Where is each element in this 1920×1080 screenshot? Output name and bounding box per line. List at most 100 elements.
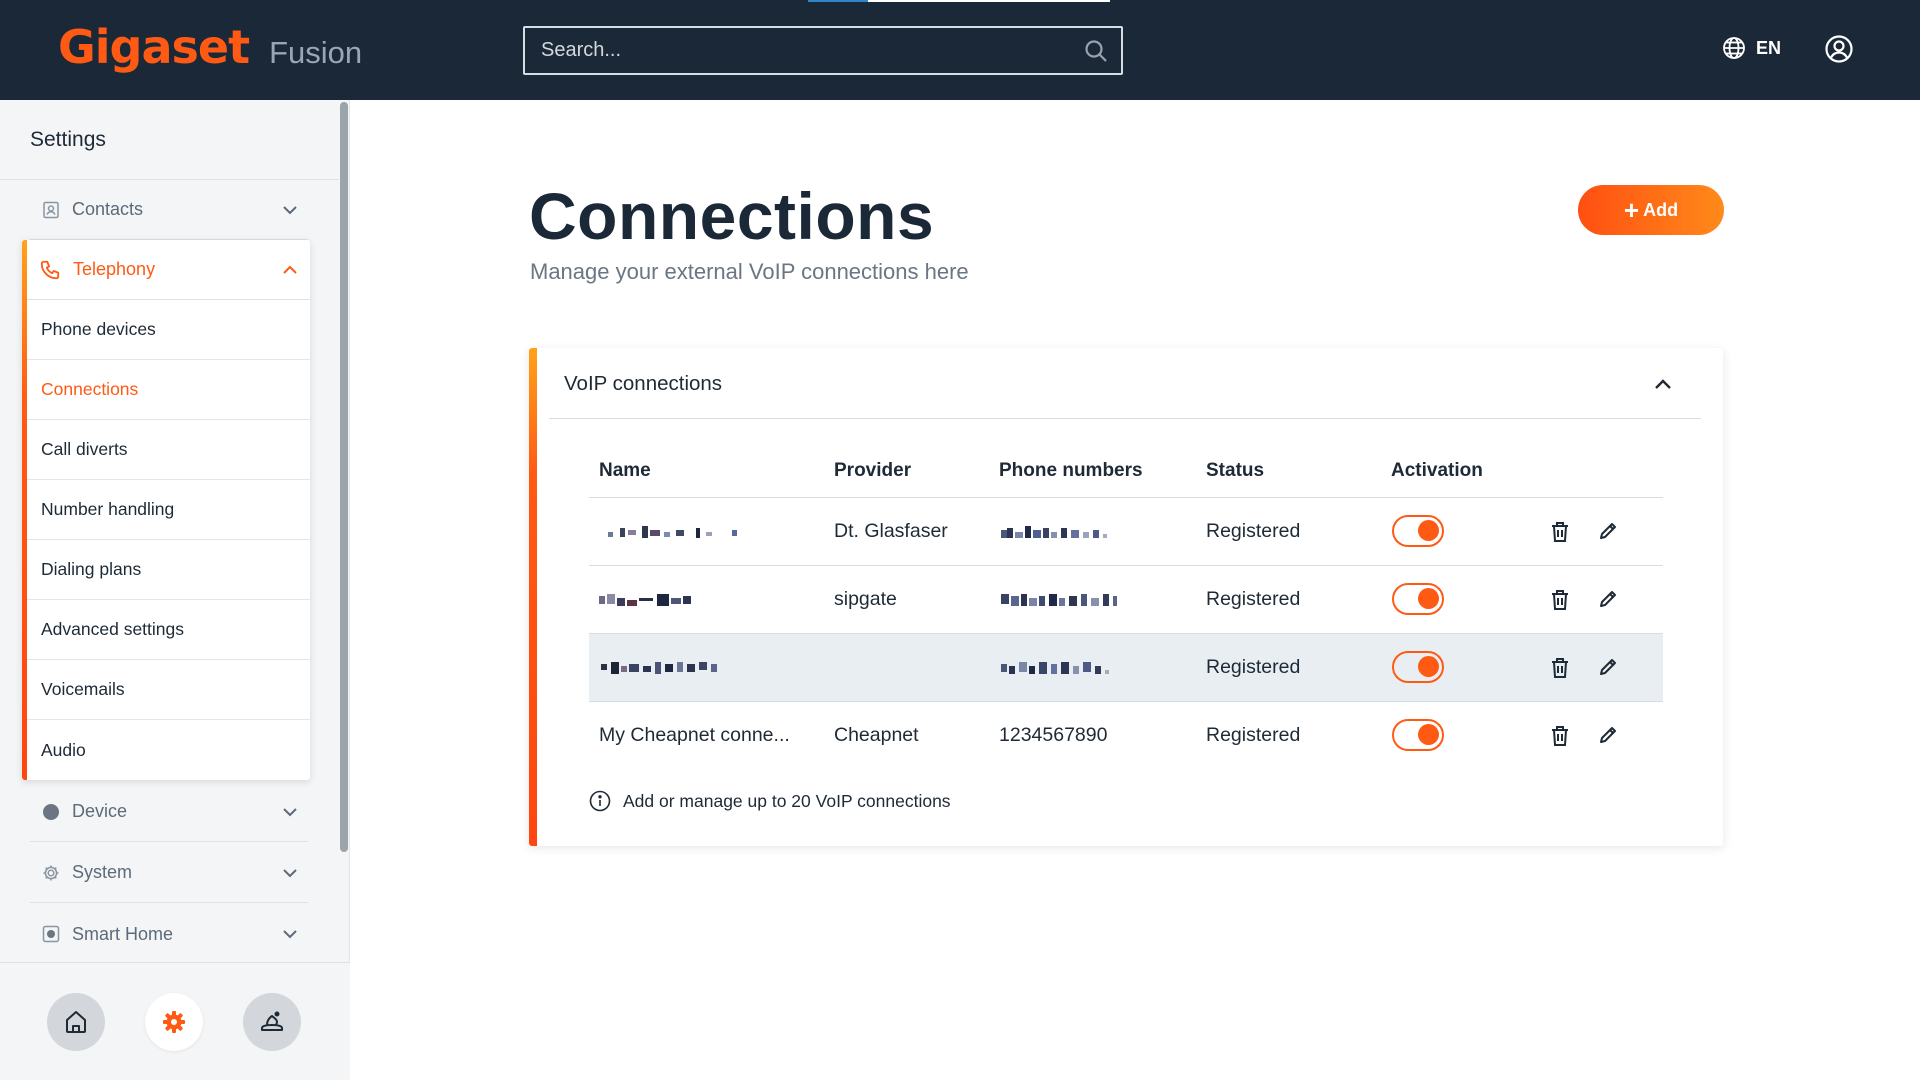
sidebar-item-smart-home[interactable]: Smart Home bbox=[30, 904, 308, 964]
page-title: Connections bbox=[529, 179, 935, 253]
home-icon bbox=[66, 1011, 86, 1033]
phone-icon bbox=[40, 260, 60, 279]
sidebar-item-telephony[interactable]: Telephony bbox=[27, 240, 310, 300]
product-name: Fusion bbox=[269, 35, 363, 70]
gear-icon bbox=[43, 865, 59, 880]
chevron-down-icon bbox=[283, 808, 297, 817]
chevron-down-icon bbox=[283, 869, 297, 878]
search-icon[interactable] bbox=[1083, 38, 1109, 64]
sidebar-item-system[interactable]: System bbox=[30, 843, 308, 903]
redacted-name bbox=[608, 526, 737, 538]
sidebar-subitem-phone-devices[interactable]: Phone devices bbox=[27, 300, 310, 360]
column-header-name[interactable]: Name bbox=[599, 460, 651, 482]
assistant-icon bbox=[261, 1011, 283, 1031]
trash-icon[interactable] bbox=[1549, 656, 1571, 680]
sidebar-subitem-audio[interactable]: Audio bbox=[27, 720, 310, 780]
sidebar-item-label: Contacts bbox=[72, 199, 144, 219]
activation-toggle[interactable] bbox=[1392, 583, 1444, 615]
phone-numbers-cell: 1234567890 bbox=[999, 724, 1108, 746]
sidebar-title: Settings bbox=[30, 128, 106, 151]
trash-icon[interactable] bbox=[1549, 588, 1571, 612]
voip-connections-card: VoIP connections Name Provider Phone num… bbox=[529, 348, 1723, 846]
sidebar-subitem-advanced-settings[interactable]: Advanced settings bbox=[27, 600, 310, 660]
search-box bbox=[523, 26, 1123, 75]
edit-icon[interactable] bbox=[1597, 724, 1619, 746]
sidebar-item-label: Telephony bbox=[73, 259, 156, 279]
chevron-up-icon bbox=[283, 265, 297, 274]
status-cell: Registered bbox=[1206, 520, 1301, 542]
smart-home-icon bbox=[42, 925, 60, 943]
connections-limit-hint: Add or manage up to 20 VoIP connections bbox=[589, 790, 951, 812]
sidebar-item-device[interactable]: Device bbox=[30, 782, 308, 842]
sidebar-scrollbar[interactable] bbox=[339, 100, 349, 962]
chevron-down-icon bbox=[283, 930, 297, 939]
sidebar-subitem-connections[interactable]: Connections bbox=[27, 360, 310, 420]
redacted-name bbox=[599, 594, 691, 606]
settings-icon bbox=[163, 1011, 185, 1033]
column-header-status[interactable]: Status bbox=[1206, 460, 1264, 482]
plus-icon: + bbox=[1623, 195, 1640, 225]
card-title: VoIP connections bbox=[564, 372, 723, 395]
page-subtitle: Manage your external VoIP connections he… bbox=[530, 259, 969, 284]
telephony-group: Telephony Phone devices Connections Call… bbox=[22, 240, 310, 780]
activation-toggle[interactable] bbox=[1392, 719, 1444, 751]
redacted-name bbox=[601, 662, 717, 674]
provider-cell: Dt. Glasfaser bbox=[834, 520, 948, 542]
settings-sidebar: Settings Contacts Telephony Phone device… bbox=[0, 100, 350, 1080]
info-icon bbox=[589, 790, 611, 812]
column-header-provider[interactable]: Provider bbox=[834, 460, 911, 482]
scrollbar-thumb[interactable] bbox=[340, 102, 348, 852]
provider-cell: Cheapnet bbox=[834, 724, 919, 746]
sidebar-subitem-number-handling[interactable]: Number handling bbox=[27, 480, 310, 540]
status-cell: Registered bbox=[1206, 724, 1301, 746]
redacted-phone-number bbox=[1001, 594, 1117, 606]
loading-indicator bbox=[808, 0, 1110, 2]
table-header: Name Provider Phone numbers Status Activ… bbox=[589, 448, 1663, 498]
home-button[interactable] bbox=[47, 993, 105, 1051]
trash-icon[interactable] bbox=[1549, 520, 1571, 544]
status-cell: Registered bbox=[1206, 656, 1301, 678]
add-button-label: Add bbox=[1643, 199, 1679, 220]
brand[interactable]: Gigaset Fusion bbox=[58, 20, 362, 80]
redacted-phone-number bbox=[1001, 662, 1109, 674]
gigaset-logo: Gigaset bbox=[58, 20, 250, 74]
trash-icon[interactable] bbox=[1549, 724, 1571, 748]
sidebar-item-label: Smart Home bbox=[72, 923, 174, 944]
table-row[interactable]: sipgate Registered bbox=[589, 566, 1663, 634]
column-header-activation[interactable]: Activation bbox=[1391, 460, 1483, 482]
table-row[interactable]: Dt. Glasfaser Registered bbox=[589, 498, 1663, 566]
chevron-up-icon[interactable] bbox=[1649, 370, 1677, 398]
device-icon bbox=[43, 803, 59, 820]
globe-icon bbox=[1723, 37, 1745, 59]
chevron-down-icon bbox=[283, 206, 297, 215]
language-selector[interactable]: EN bbox=[1722, 36, 1781, 60]
account-icon[interactable] bbox=[1824, 34, 1854, 64]
table-row[interactable]: My Cheapnet conne... Cheapnet 1234567890… bbox=[589, 702, 1663, 770]
table-row[interactable]: Registered bbox=[589, 634, 1663, 702]
card-accent-bar bbox=[529, 348, 537, 846]
settings-button[interactable] bbox=[145, 993, 203, 1051]
assistant-button[interactable] bbox=[243, 993, 301, 1051]
add-connection-button[interactable]: + Add bbox=[1578, 185, 1724, 235]
search-input[interactable] bbox=[525, 28, 1065, 73]
edit-icon[interactable] bbox=[1597, 656, 1619, 678]
top-bar: Gigaset Fusion EN bbox=[0, 0, 1920, 100]
card-divider bbox=[549, 418, 1701, 419]
sidebar-subitem-dialing-plans[interactable]: Dialing plans bbox=[27, 540, 310, 600]
language-label: EN bbox=[1756, 37, 1782, 58]
sidebar-subitem-call-diverts[interactable]: Call diverts bbox=[27, 420, 310, 480]
column-header-phone-numbers[interactable]: Phone numbers bbox=[999, 460, 1143, 482]
contacts-icon bbox=[43, 201, 59, 218]
sidebar-item-contacts[interactable]: Contacts bbox=[30, 180, 308, 240]
name-cell: My Cheapnet conne... bbox=[599, 724, 790, 746]
edit-icon[interactable] bbox=[1597, 588, 1619, 610]
edit-icon[interactable] bbox=[1597, 520, 1619, 542]
sidebar-item-label: Device bbox=[72, 801, 128, 821]
status-cell: Registered bbox=[1206, 588, 1301, 610]
sidebar-subitem-voicemails[interactable]: Voicemails bbox=[27, 660, 310, 720]
activation-toggle[interactable] bbox=[1392, 515, 1444, 547]
activation-toggle[interactable] bbox=[1392, 651, 1444, 683]
hint-text: Add or manage up to 20 VoIP connections bbox=[623, 790, 951, 811]
sidebar-item-label: System bbox=[72, 862, 133, 882]
sidebar-footer bbox=[0, 962, 350, 1080]
